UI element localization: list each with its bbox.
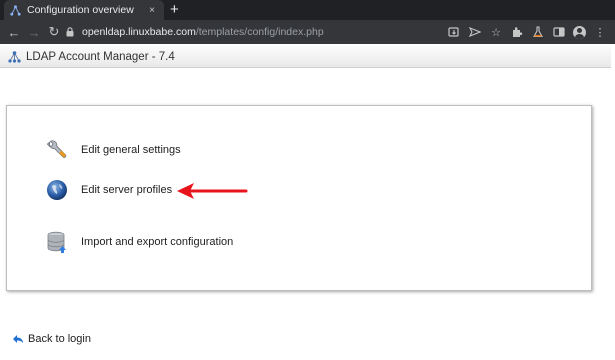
app-title: LDAP Account Manager - 7.4 bbox=[26, 50, 175, 63]
star-icon[interactable]: ☆ bbox=[489, 25, 503, 39]
new-tab-button[interactable]: + bbox=[170, 1, 179, 19]
tab-title: Configuration overview bbox=[27, 4, 134, 16]
wrench-icon bbox=[46, 140, 67, 158]
config-panel: Edit general settings Edit server profil… bbox=[6, 105, 592, 291]
back-icon[interactable]: ← bbox=[4, 25, 24, 40]
app-header: LDAP Account Manager - 7.4 bbox=[0, 46, 611, 68]
menu-item-label: Import and export configuration bbox=[81, 236, 234, 248]
url-path: /templates/config/index.php bbox=[195, 26, 324, 38]
menu-icon[interactable]: ⋮ bbox=[593, 25, 607, 39]
extensions-icon[interactable] bbox=[510, 25, 524, 39]
lam-logo-icon bbox=[8, 50, 21, 63]
menu-item-general-settings[interactable]: Edit general settings bbox=[45, 138, 181, 162]
sidepanel-icon[interactable] bbox=[552, 25, 566, 39]
profile-icon[interactable] bbox=[573, 25, 586, 39]
back-arrow-icon bbox=[13, 335, 23, 343]
back-to-login-link[interactable]: Back to login bbox=[12, 333, 91, 345]
back-to-login-label: Back to login bbox=[28, 333, 91, 345]
url-text: openldap.linuxbabe.com/templates/config/… bbox=[82, 26, 324, 38]
menu-item-import-export[interactable]: Import and export configuration bbox=[45, 230, 233, 254]
browser-tab[interactable]: Configuration overview × bbox=[4, 0, 164, 20]
menu-item-label: Edit server profiles bbox=[81, 184, 173, 196]
menu-item-label: Edit general settings bbox=[81, 144, 181, 156]
lock-icon bbox=[66, 27, 74, 37]
lab-icon[interactable] bbox=[531, 25, 545, 39]
reload-icon[interactable]: ↻ bbox=[44, 24, 64, 40]
share-icon[interactable] bbox=[468, 25, 482, 39]
annotation-arrow-icon bbox=[177, 183, 248, 199]
lam-favicon-icon bbox=[10, 4, 21, 16]
globe-icon bbox=[47, 180, 67, 200]
tab-close-icon[interactable]: × bbox=[146, 5, 158, 16]
database-import-icon bbox=[47, 231, 66, 253]
browser-tab-strip: Configuration overview × + bbox=[0, 0, 615, 20]
forward-icon[interactable]: → bbox=[24, 25, 44, 40]
install-icon[interactable] bbox=[447, 25, 461, 39]
browser-toolbar: ← → ↻ openldap.linuxbabe.com/templates/c… bbox=[0, 20, 615, 44]
menu-item-server-profiles[interactable]: Edit server profiles bbox=[45, 178, 172, 202]
url-host: openldap.linuxbabe.com bbox=[82, 26, 196, 38]
address-bar[interactable]: openldap.linuxbabe.com/templates/config/… bbox=[66, 23, 430, 41]
